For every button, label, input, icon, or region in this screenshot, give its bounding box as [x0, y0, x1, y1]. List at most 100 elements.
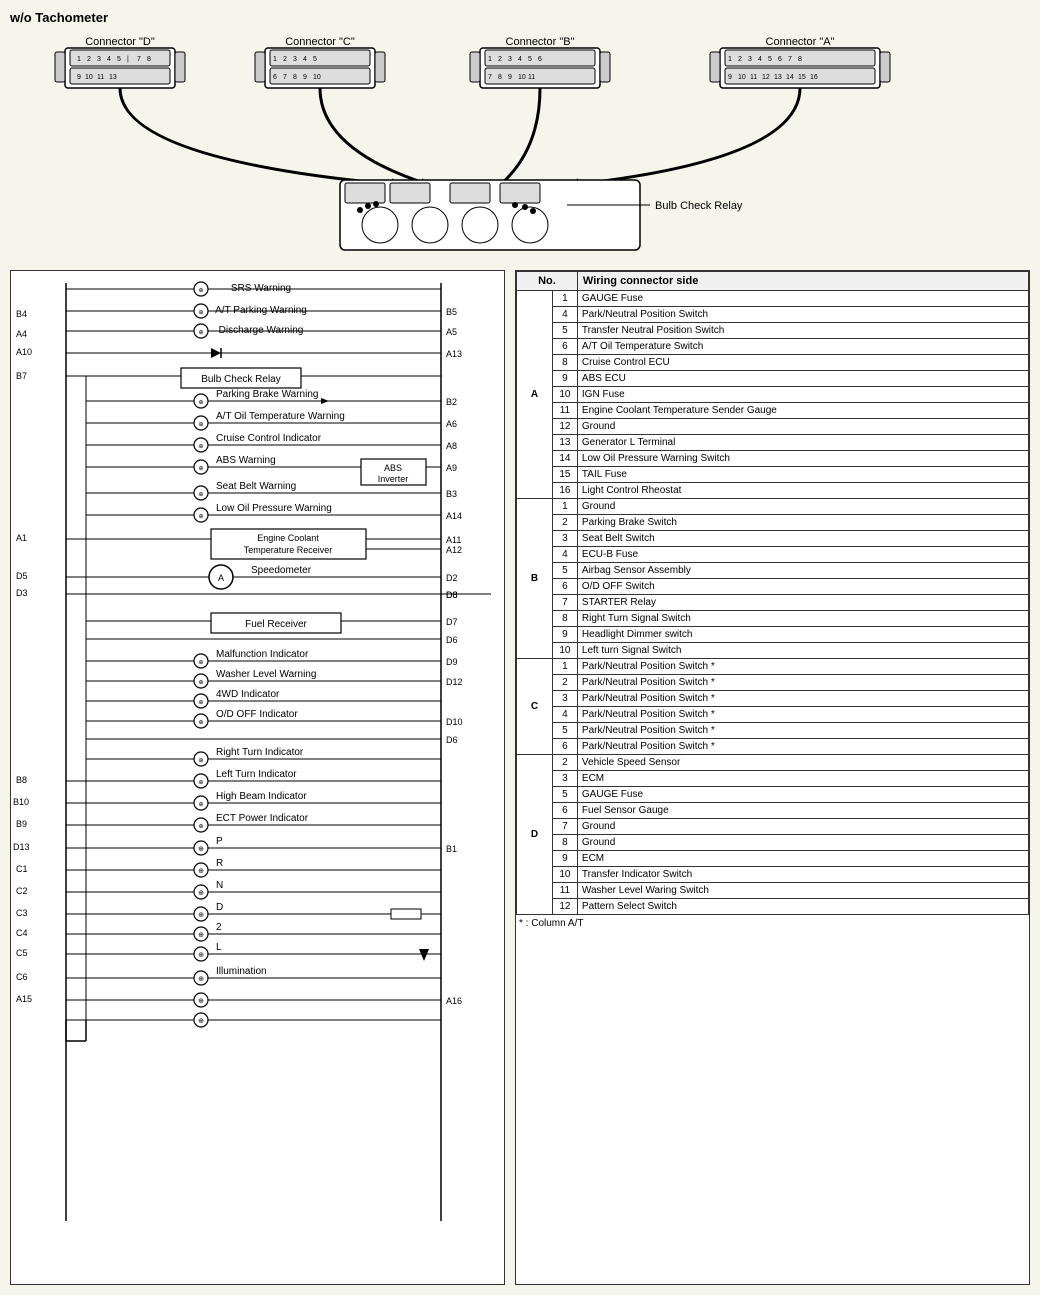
- bottom-section: SRS Warning ⊕ B4 A/T Parking Warning ⊕ B…: [10, 270, 1030, 1285]
- svg-text:⊕: ⊕: [198, 720, 203, 726]
- table-cell: A/T Oil Temperature Switch: [577, 339, 1028, 355]
- table-cell: 10: [552, 387, 577, 403]
- table-cell: Ground: [577, 499, 1028, 515]
- svg-text:11: 11: [750, 74, 757, 81]
- section-c-label: C: [517, 659, 553, 755]
- svg-text:11: 11: [528, 74, 535, 81]
- svg-text:4WD Indicator: 4WD Indicator: [216, 689, 280, 700]
- svg-text:B7: B7: [16, 371, 27, 381]
- section-d-label: D: [517, 755, 553, 915]
- svg-text:ABS Warning: ABS Warning: [216, 455, 276, 466]
- table-row: 8 Right Turn Signal Switch: [517, 611, 1029, 627]
- svg-text:High Beam Indicator: High Beam Indicator: [216, 791, 307, 802]
- section-b-label: B: [517, 499, 553, 659]
- svg-text:D9: D9: [446, 657, 458, 667]
- table-cell: Park/Neutral Position Switch: [577, 307, 1028, 323]
- table-cell: 7: [552, 595, 577, 611]
- svg-text:11: 11: [97, 74, 104, 81]
- table-cell: 6: [552, 579, 577, 595]
- svg-text:⊕: ⊕: [198, 700, 203, 706]
- svg-text:Parking Brake Warning: Parking Brake Warning: [216, 389, 318, 400]
- svg-text:⊕: ⊕: [198, 998, 204, 1005]
- svg-text:15: 15: [798, 74, 806, 81]
- section-a-label: A: [517, 291, 553, 499]
- table-cell: Ground: [577, 835, 1028, 851]
- svg-text:D8: D8: [446, 590, 458, 600]
- table-row: 14 Low Oil Pressure Warning Switch: [517, 451, 1029, 467]
- svg-text:5: 5: [117, 56, 121, 63]
- table-cell: 6: [552, 339, 577, 355]
- table-row: D 2 Vehicle Speed Sensor: [517, 755, 1029, 771]
- svg-text:D13: D13: [13, 842, 30, 852]
- table-row: 4 Park/Neutral Position Switch: [517, 307, 1029, 323]
- table-cell: 1: [552, 659, 577, 675]
- svg-text:9: 9: [77, 74, 81, 81]
- table-cell: Parking Brake Switch: [577, 515, 1028, 531]
- svg-text:N: N: [216, 880, 223, 891]
- table-row: 11 Washer Level Waring Switch: [517, 883, 1029, 899]
- table-cell: 9: [552, 627, 577, 643]
- svg-text:⊕: ⊕: [198, 514, 203, 520]
- table-cell: Park/Neutral Position Switch *: [577, 691, 1028, 707]
- svg-text:C2: C2: [16, 886, 28, 896]
- table-row: 5 GAUGE Fuse: [517, 787, 1029, 803]
- svg-text:Connector "C": Connector "C": [285, 36, 355, 48]
- svg-text:7: 7: [137, 56, 141, 63]
- svg-text:Engine Coolant: Engine Coolant: [257, 533, 319, 543]
- table-row: 8 Cruise Control ECU: [517, 355, 1029, 371]
- svg-text:10: 10: [85, 74, 93, 81]
- svg-text:5: 5: [313, 56, 317, 63]
- svg-text:A8: A8: [446, 441, 457, 451]
- table-cell: 12: [552, 419, 577, 435]
- svg-text:A1: A1: [16, 533, 27, 543]
- table-cell: Airbag Sensor Assembly: [577, 563, 1028, 579]
- table-cell: 13: [552, 435, 577, 451]
- table-cell: Light Control Rheostat: [577, 483, 1028, 499]
- svg-text:10: 10: [518, 74, 526, 81]
- table-cell: Park/Neutral Position Switch *: [577, 707, 1028, 723]
- svg-text:Left Turn Indicator: Left Turn Indicator: [216, 769, 297, 780]
- svg-text:A13: A13: [446, 349, 462, 359]
- svg-text:A/T Oil Temperature Warning: A/T Oil Temperature Warning: [216, 411, 345, 422]
- table-row: 6 A/T Oil Temperature Switch: [517, 339, 1029, 355]
- wiring-diagram-svg: SRS Warning ⊕ B4 A/T Parking Warning ⊕ B…: [11, 271, 505, 1281]
- svg-text:A9: A9: [446, 463, 457, 473]
- connector-table-section: No. Wiring connector side A 1 GAUGE Fuse…: [515, 270, 1030, 1285]
- table-cell: Engine Coolant Temperature Sender Gauge: [577, 403, 1028, 419]
- table-cell: 5: [552, 723, 577, 739]
- table-row: 3 Seat Belt Switch: [517, 531, 1029, 547]
- table-row: 13 Generator L Terminal: [517, 435, 1029, 451]
- svg-text:Low Oil Pressure Warning: Low Oil Pressure Warning: [216, 503, 332, 514]
- table-cell: 5: [552, 563, 577, 579]
- svg-text:D6: D6: [446, 635, 458, 645]
- table-cell: 10: [552, 867, 577, 883]
- svg-text:⊕: ⊕: [198, 310, 203, 316]
- svg-text:|: |: [127, 56, 129, 63]
- table-cell: STARTER Relay: [577, 595, 1028, 611]
- svg-text:⊕: ⊕: [198, 890, 204, 897]
- svg-text:O/D OFF Indicator: O/D OFF Indicator: [216, 709, 298, 720]
- table-cell: 9: [552, 851, 577, 867]
- table-cell: 4: [552, 547, 577, 563]
- svg-text:D7: D7: [446, 617, 458, 627]
- table-row: 16 Light Control Rheostat: [517, 483, 1029, 499]
- svg-text:⊕: ⊕: [198, 932, 204, 939]
- table-row: 10 Transfer Indicator Switch: [517, 867, 1029, 883]
- table-row: 2 Parking Brake Switch: [517, 515, 1029, 531]
- table-cell: 2: [552, 515, 577, 531]
- table-row: 5 Transfer Neutral Position Switch: [517, 323, 1029, 339]
- svg-text:⊕: ⊕: [198, 400, 203, 406]
- table-cell: 7: [552, 819, 577, 835]
- table-cell: 2: [552, 755, 577, 771]
- table-cell: 4: [552, 707, 577, 723]
- svg-text:13: 13: [774, 74, 782, 81]
- svg-text:7: 7: [488, 74, 492, 81]
- svg-text:1: 1: [273, 56, 277, 63]
- table-cell: ECM: [577, 851, 1028, 867]
- svg-text:16: 16: [810, 74, 818, 81]
- svg-text:Cruise Control Indicator: Cruise Control Indicator: [216, 433, 322, 444]
- svg-text:⊕: ⊕: [198, 952, 204, 959]
- svg-text:2: 2: [283, 56, 287, 63]
- svg-text:3: 3: [508, 56, 512, 63]
- table-cell: 8: [552, 611, 577, 627]
